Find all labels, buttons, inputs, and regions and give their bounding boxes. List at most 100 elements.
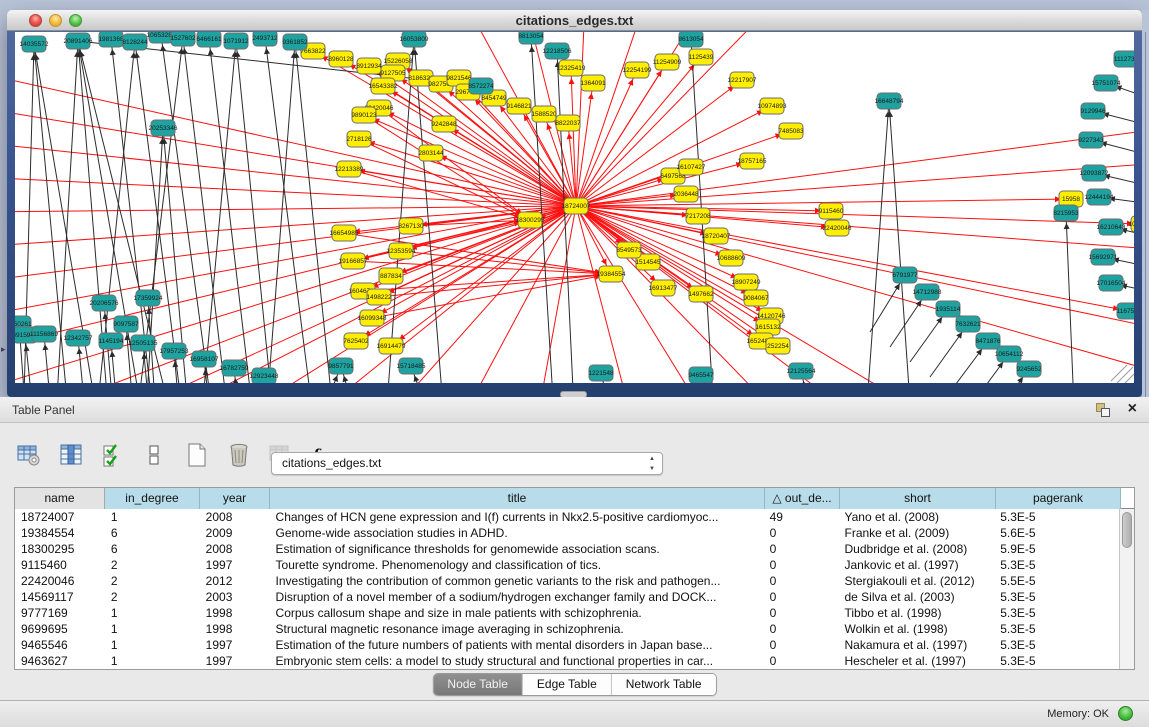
graph-node[interactable]: 2493712 [252,32,278,46]
graph-edge[interactable] [209,39,255,383]
graph-node[interactable]: 12353594 [387,243,416,259]
graph-node[interactable]: 1167533 [1117,303,1134,319]
graph-edge[interactable] [379,108,576,206]
graph-node[interactable]: 11156869 [30,326,58,342]
graph-node[interactable]: 10654112 [995,346,1024,362]
graph-node[interactable]: 18724007 [562,198,591,214]
graph-node[interactable]: 887834 [379,268,403,284]
graph-node[interactable]: 8960128 [328,51,354,67]
graph-node[interactable]: 2036448 [673,186,699,202]
canvas-resize-grip[interactable] [1117,367,1133,383]
table-row[interactable]: 1456911722003Disruption of a novel membe… [15,589,1119,605]
network-canvas[interactable]: 1872400718300295766382289601288912934152… [15,32,1134,383]
graph-node[interactable]: 8572274 [468,78,494,94]
graph-node[interactable]: 12325419 [557,60,586,76]
graph-node[interactable]: 15692971 [1089,249,1118,265]
graph-node[interactable]: 8471876 [975,333,1001,349]
graph-node[interactable]: 20253346 [149,120,178,136]
column-header-out_de[interactable]: △ out_de... [765,488,840,509]
graph-node[interactable]: 9361852 [282,34,308,50]
graph-node[interactable]: 18300295 [516,212,545,228]
graph-node[interactable]: 9890123 [351,107,377,123]
graph-node[interactable]: 11254909 [653,54,682,70]
graph-edge[interactable] [353,220,530,261]
graph-edge[interactable] [15,206,576,282]
graph-node[interactable]: 9084067 [743,290,769,306]
graph-node[interactable]: 14035572 [20,36,49,52]
graph-edge[interactable] [379,274,611,297]
graph-node[interactable]: 6791977 [892,267,918,283]
graph-node[interactable]: 12505135 [129,335,158,351]
graph-node[interactable]: 16648794 [875,93,904,109]
graph-edge[interactable] [135,42,185,383]
graph-node[interactable]: 12093872 [1080,165,1109,181]
graph-node[interactable]: 19384554 [597,266,626,282]
graph-node[interactable]: 12218506 [543,43,572,59]
graph-node[interactable]: 8813054 [518,32,544,44]
graph-node[interactable]: 9242848 [431,116,457,132]
graph-node[interactable]: 7625402 [343,333,369,349]
graph-node[interactable]: 16543382 [369,78,398,94]
graph-node[interactable]: 1112734 [1114,51,1134,67]
graph-node[interactable]: 2718126 [346,131,372,147]
new-table-icon[interactable] [182,440,212,470]
graph-node[interactable]: 16782759 [220,360,249,376]
graph-node[interactable]: 2803144 [418,145,444,161]
graph-node[interactable]: 1981368 [98,32,124,47]
graph-node[interactable]: 9146821 [506,98,532,114]
graph-node[interactable]: 9245652 [1016,361,1042,377]
table-row[interactable]: 911546021997Tourette syndrome. Phenomeno… [15,557,1119,573]
graph-node[interactable]: 7632621 [955,316,981,332]
graph-node[interactable]: 9115460 [819,203,844,219]
canvas-resize-grip[interactable] [1111,365,1127,381]
table-selector-dropdown[interactable]: citations_edges.txt ▲▼ [271,452,663,475]
graph-node[interactable]: 12125564 [787,363,816,379]
clear-selection-icon[interactable] [140,440,170,470]
graph-node[interactable]: 16654985 [330,225,359,241]
table-row[interactable]: 1872400712008Changes of HCN gene express… [15,509,1119,525]
graph-node[interactable]: 9129946 [1080,103,1106,119]
delete-table-icon[interactable] [224,440,254,470]
graph-node[interactable]: 12213389 [335,161,364,177]
graph-node[interactable]: 16210643 [1097,219,1126,235]
graph-node[interactable]: 22420046 [823,220,852,236]
graph-edge[interactable] [576,206,635,383]
graph-node[interactable]: 252254 [766,338,790,354]
graph-node[interactable]: 8912934 [356,58,382,74]
graph-node[interactable]: 18907249 [732,274,761,290]
graph-node[interactable]: 1125439 [689,49,714,65]
graph-node[interactable]: 7217208 [685,208,711,224]
graph-edge[interactable] [889,101,912,383]
graph-node[interactable]: 1221548 [588,365,614,381]
column-header-year[interactable]: year [200,488,270,509]
graph-node[interactable]: 17016504 [1097,275,1126,291]
graph-node[interactable]: 20891406 [64,33,93,49]
graph-node[interactable]: 1364091 [580,75,606,91]
graph-node[interactable]: 16914479 [377,338,406,354]
table-row[interactable]: 969969511998Structural magnetic resonanc… [15,621,1119,637]
graph-node[interactable]: 8613054 [678,32,704,47]
graph-node[interactable]: 14712988 [913,284,942,300]
graph-edge[interactable] [576,206,1134,224]
graph-node[interactable]: 12923448 [250,368,279,383]
graph-node[interactable]: 12217907 [728,72,757,88]
graph-edge[interactable] [126,324,135,383]
graph-node[interactable]: 8215953 [1053,205,1079,221]
graph-edge[interactable] [372,274,611,318]
tab-network-table[interactable]: Network Table [612,674,716,695]
graph-node[interactable]: 9227343 [1078,132,1104,148]
graph-node[interactable]: 16107427 [677,159,706,175]
graph-node[interactable]: 16053809 [400,32,429,47]
column-header-title[interactable]: title [270,488,765,509]
graph-node[interactable]: 8822037 [555,115,581,131]
tab-edge-table[interactable]: Edge Table [523,674,612,695]
graph-node[interactable]: 16913477 [649,280,678,296]
graph-node[interactable]: 15751074 [1092,75,1121,91]
graph-node[interactable]: 8128244 [122,34,148,50]
graph-edge[interactable] [865,101,889,383]
graph-node[interactable]: 10993489 [1129,216,1134,232]
show-column-icon[interactable] [56,440,86,470]
graph-edge[interactable] [161,35,215,383]
panel-collapse-arrow[interactable]: ▸ [1,344,6,355]
table-row[interactable]: 1830029562008Estimation of significance … [15,541,1119,557]
